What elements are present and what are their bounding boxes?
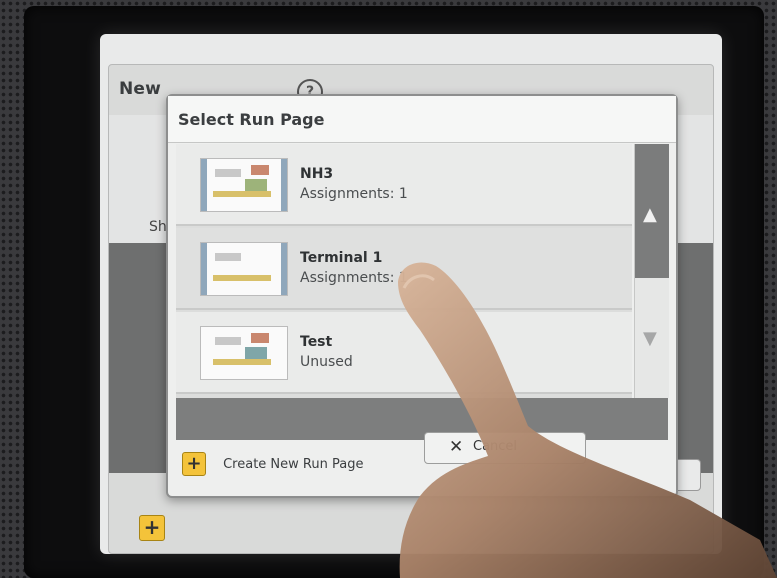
run-page-item-test[interactable]: Test Unused: [176, 312, 632, 394]
run-page-thumbnail-icon: [200, 158, 288, 212]
run-page-name: Terminal 1: [300, 250, 383, 266]
run-page-status: Assignments: 1: [300, 270, 408, 286]
run-page-name: NH3: [300, 166, 334, 182]
close-icon: ✕: [449, 437, 464, 457]
create-new-run-page-label: Create New Run Page: [223, 456, 364, 472]
scroll-down-icon[interactable]: ▼: [643, 328, 657, 349]
create-new-run-page-button[interactable]: + Create New Run Page: [182, 452, 363, 480]
run-page-item-nh3[interactable]: NH3 Assignments: 1: [176, 144, 632, 226]
list-footer-band: [176, 398, 668, 440]
dialog-header: Select Run Page: [168, 96, 676, 143]
run-page-name: Test: [300, 334, 333, 350]
select-run-page-dialog: Select Run Page NH3 Assignments: 1 Termi…: [166, 94, 678, 498]
touchscreen: New ? Sh + Select Run Page NH3 Assignmen…: [100, 34, 722, 554]
cancel-button[interactable]: ✕ Cancel: [424, 432, 586, 464]
run-page-thumbnail-icon: [200, 326, 288, 380]
run-page-status: Unused: [300, 354, 353, 370]
list-scrollbar[interactable]: ▲ ▼: [634, 144, 669, 398]
scroll-up-icon[interactable]: ▲: [643, 204, 657, 225]
cancel-label: Cancel: [473, 439, 518, 454]
dialog-title: Select Run Page: [178, 110, 325, 129]
run-page-list: NH3 Assignments: 1 Terminal 1 Assignment…: [176, 144, 632, 398]
run-page-item-terminal-1[interactable]: Terminal 1 Assignments: 1: [176, 228, 632, 310]
background-add-icon[interactable]: +: [139, 515, 165, 541]
background-window-title: New: [119, 79, 162, 99]
plus-icon: +: [182, 452, 206, 476]
background-side-label: Sh: [149, 219, 167, 235]
run-page-status: Assignments: 1: [300, 186, 408, 202]
run-page-thumbnail-icon: [200, 242, 288, 296]
